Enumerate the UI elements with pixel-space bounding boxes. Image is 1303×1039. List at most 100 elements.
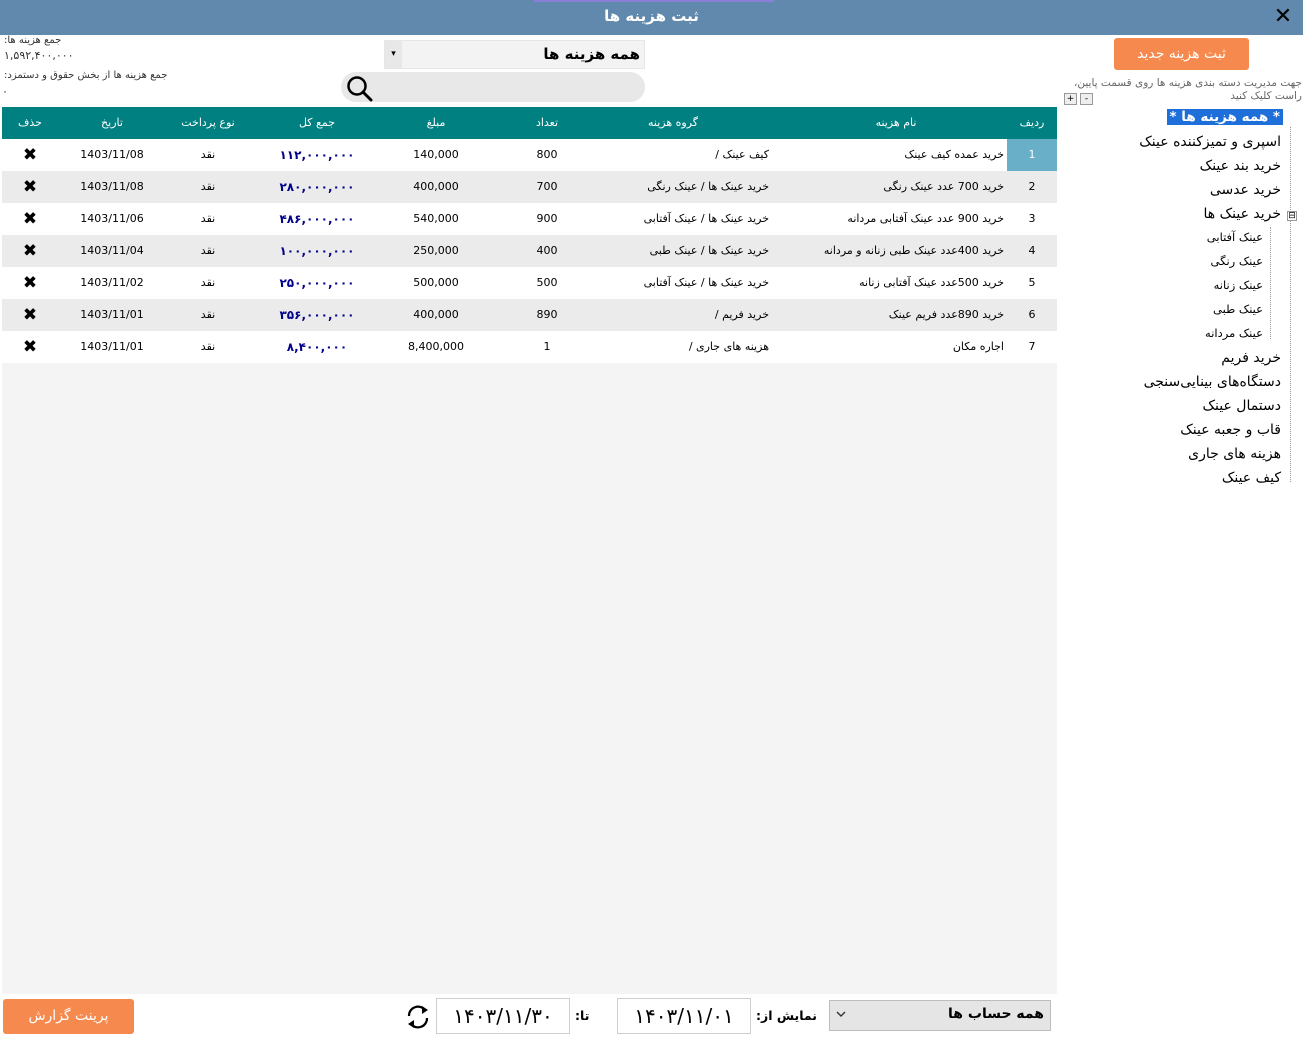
expense-amount: 540,000	[413, 212, 459, 225]
collapse-node-icon[interactable]: ⊟	[1287, 211, 1297, 221]
tree-subitem-medical[interactable]: عینک طبی	[1213, 302, 1263, 316]
header-count[interactable]: تعداد	[502, 107, 592, 139]
expense-filter-dropdown[interactable]: ▾ همه هزینه ها	[384, 40, 645, 69]
tree-subitem-women[interactable]: عینک زنانه	[1214, 278, 1263, 292]
payment-type: نقد	[200, 180, 216, 193]
table-row[interactable]: 2 خرید 700 عدد عینک رنگی خرید عینک ها / …	[2, 171, 1057, 203]
expense-count: 500	[536, 276, 558, 289]
delete-icon[interactable]: ✖	[10, 267, 50, 299]
tree-item-cases[interactable]: قاب و جعبه عینک	[1180, 422, 1281, 438]
tree-item-running-costs[interactable]: هزینه های جاری	[1188, 446, 1281, 462]
expense-total: ۸,۴۰۰,۰۰۰	[286, 340, 348, 354]
row-number[interactable]: 5	[1007, 267, 1057, 299]
new-expense-button[interactable]: ثبت هزینه جدید	[1114, 38, 1249, 70]
expense-date: 1403/11/08	[80, 180, 144, 193]
expense-date: 1403/11/01	[80, 340, 144, 353]
dropdown-arrow-icon[interactable]: ▾	[385, 41, 402, 68]
search-input[interactable]	[385, 77, 635, 97]
table-row[interactable]: 5 خرید 500عدد عینک آفتابی زنانه خرید عین…	[2, 267, 1057, 299]
tree-subitem-sunglasses[interactable]: عینک آفتابی	[1207, 230, 1263, 244]
expense-total: ۳۵۶,۰۰۰,۰۰۰	[279, 308, 355, 322]
print-report-button[interactable]: پرینت گزارش	[3, 999, 134, 1034]
title-bar: ثبت هزینه ها ✕	[0, 0, 1303, 35]
table-row[interactable]: 1 خرید عمده کیف عینک کیف عینک / 800 140,…	[2, 139, 1057, 171]
header-paytype[interactable]: نوع پرداخت	[168, 107, 248, 139]
expense-name: خرید 700 عدد عینک رنگی	[883, 180, 1004, 193]
row-number[interactable]: 1	[1007, 139, 1057, 171]
table-header: ردیف نام هزینه گروه هزینه تعداد مبلغ جمع…	[2, 107, 1057, 139]
tree-item-lenses[interactable]: خرید عدسی	[1210, 182, 1281, 198]
payment-type: نقد	[200, 148, 216, 161]
expense-total: ۴۸۶,۰۰۰,۰۰۰	[279, 212, 355, 226]
row-number[interactable]: 2	[1007, 171, 1057, 203]
delete-icon[interactable]: ✖	[10, 299, 50, 331]
tree-subitem-men[interactable]: عینک مردانه	[1205, 326, 1263, 340]
expense-amount: 8,400,000	[408, 340, 464, 353]
delete-icon[interactable]: ✖	[10, 235, 50, 267]
tree-subitem-colored[interactable]: عینک رنگی	[1211, 254, 1263, 268]
expense-count: 400	[536, 244, 558, 257]
refresh-icon[interactable]	[405, 1004, 431, 1030]
header-rownum[interactable]: ردیف	[1007, 107, 1057, 139]
expense-date: 1403/11/02	[80, 276, 144, 289]
delete-icon[interactable]: ✖	[10, 171, 50, 203]
expense-name: خرید عمده کیف عینک	[904, 148, 1004, 161]
header-name[interactable]: نام هزینه	[788, 107, 1004, 139]
tree-item-glasses[interactable]: خرید عینک ها	[1203, 206, 1281, 222]
table-row[interactable]: 6 خرید 890عدد فریم عینک خرید فریم / 890 …	[2, 299, 1057, 331]
account-dropdown[interactable]: همه حساب ها	[829, 1000, 1051, 1031]
expense-total: ۱۱۲,۰۰۰,۰۰۰	[279, 148, 355, 162]
expense-group: خرید عینک ها / عینک رنگی	[647, 180, 769, 193]
tree-item-all-expenses[interactable]: * همه هزینه ها *	[1166, 109, 1283, 125]
header-total[interactable]: جمع کل	[262, 107, 372, 139]
collapse-all-button[interactable]: -	[1080, 93, 1093, 105]
search-icon[interactable]	[345, 74, 375, 102]
tree-item-spray-cleaner[interactable]: اسپری و تمیزکننده عینک	[1139, 134, 1281, 150]
expense-amount: 400,000	[413, 308, 459, 321]
expense-count: 1	[543, 340, 551, 353]
expenses-table: ردیف نام هزینه گروه هزینه تعداد مبلغ جمع…	[2, 107, 1057, 994]
expense-group: خرید فریم /	[714, 308, 769, 321]
expense-amount: 250,000	[413, 244, 459, 257]
expense-name: خرید 400عدد عینک طبی زنانه و مردانه	[823, 244, 1004, 257]
expense-total: ۲۵۰,۰۰۰,۰۰۰	[279, 276, 355, 290]
table-row[interactable]: 3 خرید 900 عدد عینک آفتابی مردانه خرید ع…	[2, 203, 1057, 235]
table-row[interactable]: 7 اجاره مکان هزینه های جاری / 1 8,400,00…	[2, 331, 1057, 363]
tree-item-optometry-devices[interactable]: دستگاه‌های بینایی‌سنجی	[1144, 374, 1281, 390]
to-date-input[interactable]: ۱۴۰۳/۱۱/۳۰	[436, 998, 570, 1034]
payment-type: نقد	[200, 308, 216, 321]
header-date[interactable]: تاریخ	[72, 107, 152, 139]
header-group[interactable]: گروه هزینه	[577, 107, 769, 139]
total-expenses-label: جمع هزینه ها:	[4, 35, 62, 46]
header-amount[interactable]: مبلغ	[386, 107, 486, 139]
expense-count: 700	[536, 180, 558, 193]
tree-item-bags[interactable]: کیف عینک	[1222, 470, 1281, 486]
tree-line	[1290, 127, 1291, 482]
expense-count: 890	[536, 308, 558, 321]
expense-name: اجاره مکان	[952, 340, 1004, 353]
chevron-down-icon[interactable]	[834, 1007, 848, 1021]
table-row[interactable]: 4 خرید 400عدد عینک طبی زنانه و مردانه خر…	[2, 235, 1057, 267]
from-date-input[interactable]: ۱۴۰۳/۱۱/۰۱	[617, 998, 751, 1034]
row-number[interactable]: 3	[1007, 203, 1057, 235]
expense-date: 1403/11/06	[80, 212, 144, 225]
close-icon[interactable]: ✕	[1271, 5, 1295, 29]
expense-group: خرید عینک ها / عینک آفتابی	[643, 276, 769, 289]
payment-type: نقد	[200, 340, 216, 353]
delete-icon[interactable]: ✖	[10, 139, 50, 171]
account-dropdown-value: همه حساب ها	[948, 1006, 1044, 1022]
tree-item-frames[interactable]: خرید فریم	[1221, 350, 1281, 366]
search-box[interactable]	[341, 72, 645, 102]
row-number[interactable]: 4	[1007, 235, 1057, 267]
payment-type: نقد	[200, 244, 216, 257]
expense-date: 1403/11/08	[80, 148, 144, 161]
expand-all-button[interactable]: +	[1064, 93, 1077, 105]
delete-icon[interactable]: ✖	[10, 203, 50, 235]
expense-group: خرید عینک ها / عینک آفتابی	[643, 212, 769, 225]
row-number[interactable]: 6	[1007, 299, 1057, 331]
row-number[interactable]: 7	[1007, 331, 1057, 363]
delete-icon[interactable]: ✖	[10, 331, 50, 363]
tree-item-straps[interactable]: خرید بند عینک	[1200, 158, 1281, 174]
tree-item-cloth[interactable]: دستمال عینک	[1202, 398, 1281, 414]
header-delete[interactable]: حذف	[10, 107, 50, 139]
